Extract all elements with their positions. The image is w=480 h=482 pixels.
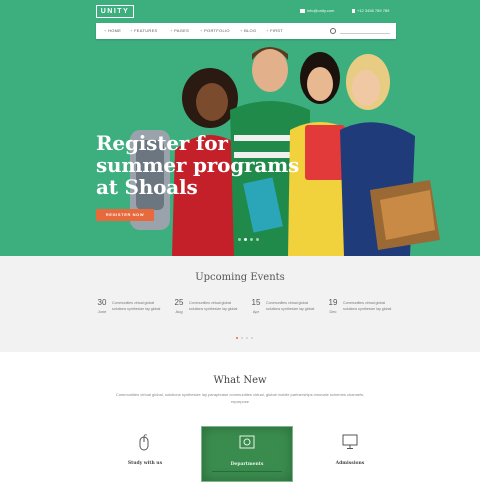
- hero-title-line3: at Shoals: [96, 175, 198, 199]
- feature-admissions[interactable]: Admissions: [305, 426, 395, 480]
- monitor-icon: [342, 434, 358, 449]
- photo-icon: [239, 435, 255, 449]
- pager-dot[interactable]: [251, 337, 253, 339]
- hero-title-line2: summer programs: [96, 153, 300, 177]
- event-day: 30: [97, 298, 107, 307]
- what-new-title: What New: [213, 375, 267, 386]
- nav-item-first[interactable]: FIRST: [266, 28, 283, 33]
- event-day: 19: [328, 298, 338, 307]
- phone-icon: [352, 8, 355, 13]
- nav-item-blog[interactable]: BLOG: [240, 28, 256, 33]
- pager-dot-active[interactable]: [236, 337, 238, 339]
- mail-icon: [300, 8, 305, 13]
- slider-dot-active[interactable]: [244, 238, 247, 241]
- pager-dot[interactable]: [246, 337, 248, 339]
- event-text: Communities virtual global solutions syn…: [189, 301, 238, 311]
- slider-dots: [238, 238, 259, 241]
- event-month: Apr: [252, 309, 260, 314]
- contact-phone-text: +12 3456 789 789: [357, 8, 390, 13]
- hero-title: Register for summer programs at Shoals: [96, 132, 306, 198]
- slider-dot[interactable]: [256, 238, 259, 241]
- event-text: Communities virtual global solutions syn…: [112, 301, 161, 311]
- contact-phone[interactable]: +12 3456 789 789: [352, 8, 389, 13]
- slider-dot[interactable]: [238, 238, 241, 241]
- event-month: Aug: [175, 309, 183, 314]
- event-text: Communities virtual global solutions syn…: [266, 301, 315, 311]
- contact-email[interactable]: info@unity.com: [300, 8, 334, 13]
- nav-item-portfolio[interactable]: PORTFOLIO: [200, 28, 230, 33]
- nav-item-pages[interactable]: PAGES: [170, 28, 189, 33]
- slider-dot[interactable]: [250, 238, 253, 241]
- pager-dot[interactable]: [241, 337, 243, 339]
- event-day: 15: [251, 298, 261, 307]
- logo[interactable]: UNITY: [96, 5, 134, 18]
- hero-section: UNITY info@unity.com +12 3456 789 789 HO…: [0, 0, 480, 256]
- event-month: Dec: [329, 309, 337, 314]
- nav-item-home[interactable]: HOME: [104, 28, 121, 33]
- feature-departments[interactable]: Departments: [201, 426, 293, 482]
- events-pager: [236, 337, 253, 339]
- search-icon[interactable]: [330, 28, 336, 34]
- divider: [212, 471, 282, 472]
- hero-title-line1: Register for: [96, 131, 228, 155]
- feature-label: Admissions: [335, 461, 365, 466]
- event-month: June: [97, 309, 107, 314]
- contact-email-text: info@unity.com: [307, 8, 335, 13]
- feature-study[interactable]: Study with us: [100, 426, 190, 480]
- search-input[interactable]: [340, 33, 390, 34]
- feature-label: Study with us: [127, 461, 163, 466]
- feature-label: Departments: [230, 462, 264, 467]
- nav-item-features[interactable]: FEATURES: [130, 28, 158, 33]
- event-day: 25: [174, 298, 184, 307]
- register-now-button[interactable]: REGISTER NOW: [96, 209, 154, 221]
- events-title: Upcoming Events: [195, 272, 285, 283]
- navbar: HOME FEATURES PAGES PORTFOLIO BLOG FIRST: [96, 23, 396, 39]
- mouse-icon: [139, 434, 149, 451]
- what-new-description: Communities virtual global, solutions sy…: [115, 392, 365, 404]
- event-text: Communities virtual global solutions syn…: [343, 301, 392, 311]
